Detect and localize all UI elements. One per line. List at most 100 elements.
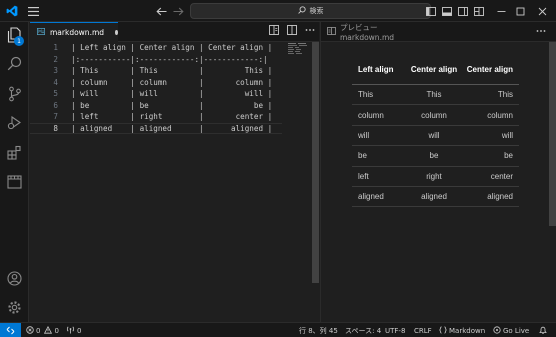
code-line: 6 | be | be | be |: [30, 100, 282, 112]
line-text: | column | column | column |: [71, 77, 273, 87]
go-live-button[interactable]: Go Live: [493, 323, 529, 337]
code-line-current: 8 | aligned | aligned | aligned |: [30, 122, 282, 134]
more-actions-icon[interactable]: [305, 25, 315, 37]
explorer-badge: 1: [14, 36, 24, 46]
encoding-status[interactable]: UTF-8: [385, 323, 405, 337]
line-text: | This | This | This |: [71, 66, 273, 76]
preview-tab-label: プレビュー markdown.md: [340, 23, 395, 42]
forward-arrow-icon[interactable]: [171, 4, 185, 18]
table-cell: will: [501, 130, 513, 140]
remote-explorer-icon[interactable]: [6, 173, 23, 190]
table-cell: right: [426, 171, 442, 181]
maximize-icon[interactable]: [513, 4, 527, 18]
command-center-search[interactable]: 検索: [190, 3, 431, 19]
extensions-icon[interactable]: [6, 144, 23, 161]
activity-bar: 1: [0, 22, 29, 322]
line-text: | left | right | center |: [71, 112, 273, 122]
line-text: | Left align | Center align | Center ali…: [71, 43, 273, 53]
line-number: 1: [53, 43, 58, 53]
table-cell: be: [504, 151, 513, 161]
more-actions-icon[interactable]: [536, 26, 546, 39]
table-row: This This This: [352, 85, 519, 106]
go-live-label: Go Live: [503, 326, 530, 335]
warning-icon: [44, 325, 53, 336]
manage-gear-icon[interactable]: [6, 299, 23, 316]
indentation-status[interactable]: スペース: 4: [345, 323, 381, 337]
antenna-icon: [66, 326, 75, 336]
table-cell: column: [421, 110, 447, 120]
cursor-position[interactable]: 行 8、列 45: [299, 323, 338, 337]
unsaved-dot-icon[interactable]: [115, 30, 118, 35]
editor-actions: [269, 25, 315, 37]
back-arrow-icon[interactable]: [154, 4, 168, 18]
table-cell: left: [358, 171, 369, 181]
table-cell: column: [358, 110, 384, 120]
error-count: 0: [36, 326, 41, 335]
title-bar: 検索: [0, 0, 556, 22]
code-line: 5 | will | will | will |: [30, 88, 282, 100]
source-control-icon[interactable]: [6, 85, 23, 102]
preview-table: Left align Center align Center align Thi…: [352, 55, 519, 208]
line-number: 4: [53, 77, 58, 87]
preview-tab-bar: プレビュー markdown.md: [321, 22, 556, 42]
header-cell: Left align: [358, 65, 394, 74]
code-line: 7 | left | right | center |: [30, 111, 282, 123]
search-label: 検索: [309, 7, 324, 15]
braces-icon: [439, 325, 447, 336]
table-cell: aligned: [421, 192, 447, 202]
line-text: | be | be | be |: [71, 100, 273, 110]
close-icon[interactable]: [535, 4, 549, 18]
search-view-icon[interactable]: [6, 55, 23, 72]
menu-icon[interactable]: [26, 4, 40, 18]
notifications-bell-icon[interactable]: [539, 323, 547, 337]
preview-icon: [327, 27, 336, 37]
customize-layout-icon[interactable]: [472, 4, 486, 18]
table-cell: will: [428, 130, 440, 140]
line-number: 5: [53, 89, 58, 99]
header-cell: Center align: [466, 65, 513, 74]
broadcast-icon: [493, 325, 501, 336]
editor-scrollbar[interactable]: [312, 42, 319, 283]
table-cell: aligned: [358, 192, 384, 202]
table-row: be be be: [352, 146, 519, 167]
run-debug-icon[interactable]: [6, 114, 23, 131]
minimize-icon[interactable]: [494, 4, 508, 18]
language-label: Markdown: [449, 326, 486, 335]
line-number: 6: [53, 100, 58, 110]
table-row: left right center: [352, 167, 519, 187]
split-editor-icon[interactable]: [287, 25, 297, 37]
markdown-file-icon: [37, 28, 45, 37]
line-number: 8: [53, 123, 58, 133]
minimap[interactable]: [288, 43, 310, 55]
ports-status[interactable]: 0: [66, 323, 81, 337]
account-icon[interactable]: [6, 270, 23, 287]
toggle-sidebar-icon[interactable]: [424, 4, 438, 18]
markdown-preview: プレビュー markdown.md Left align Center alig…: [320, 22, 556, 322]
problems-status[interactable]: 0 0: [26, 323, 59, 337]
editor-tab-bar: markdown.md: [30, 22, 319, 42]
line-text: |:-----------|:------------:|-----------…: [71, 54, 268, 64]
toggle-panel-icon[interactable]: [440, 4, 454, 18]
error-icon: [26, 325, 34, 336]
tab-markdown-md[interactable]: markdown.md: [30, 22, 118, 42]
code-line: 1 | Left align | Center align | Center a…: [30, 42, 282, 54]
table-cell: will: [358, 130, 370, 140]
preview-scrollbar[interactable]: [549, 42, 556, 226]
open-preview-to-side-icon[interactable]: [269, 25, 279, 37]
table-cell: This: [358, 90, 374, 100]
header-cell: Center align: [410, 65, 458, 74]
toggle-secondary-sidebar-icon[interactable]: [456, 4, 470, 18]
table-row: aligned aligned aligned: [352, 187, 519, 208]
warning-count: 0: [54, 326, 59, 335]
status-bar: 0 0 0 行 8、列 45 スペース: 4 UTF-8 CRLF Markdo…: [0, 322, 556, 337]
tab-label: markdown.md: [50, 28, 105, 37]
language-mode[interactable]: Markdown: [439, 323, 485, 337]
ports-count: 0: [77, 326, 82, 335]
line-number: 7: [53, 112, 58, 122]
tab-preview-markdown[interactable]: プレビュー markdown.md: [321, 22, 429, 42]
remote-indicator-icon[interactable]: [0, 323, 21, 337]
code-editor[interactable]: 1 | Left align | Center align | Center a…: [30, 42, 310, 322]
eol-status[interactable]: CRLF: [414, 323, 432, 337]
line-text: | aligned | aligned | aligned |: [71, 123, 273, 133]
line-number: 2: [53, 54, 58, 64]
